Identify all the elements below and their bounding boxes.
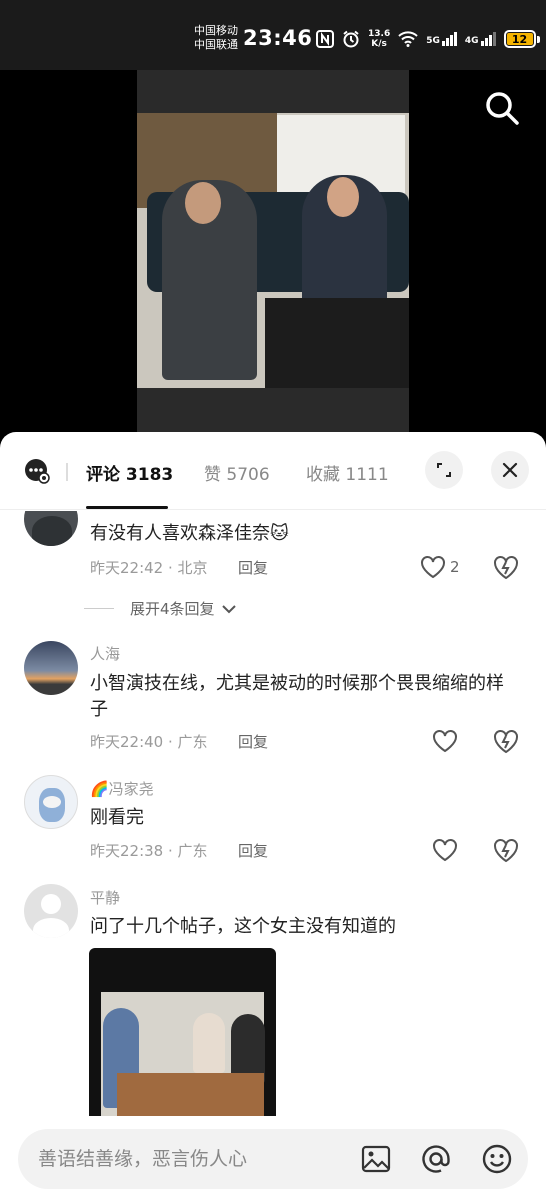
- nfc-icon: [316, 30, 334, 48]
- wifi-icon: [398, 31, 418, 47]
- reply-button[interactable]: 回复: [238, 840, 268, 861]
- expand-button[interactable]: [425, 451, 463, 489]
- signal-4g-label: 4G: [464, 36, 479, 46]
- status-bar: 中国移动 中国联通 23:46 13.6 K/s 5G 4G 12: [0, 0, 546, 70]
- chevron-down-icon: [221, 604, 236, 613]
- search-icon[interactable]: [484, 90, 520, 126]
- expand-icon: [437, 463, 451, 477]
- comment-username[interactable]: 🌈冯家尧: [90, 778, 154, 799]
- video-frame[interactable]: [137, 70, 409, 432]
- heart-icon: [433, 839, 457, 862]
- active-tab-indicator: [86, 506, 168, 509]
- tab-comments[interactable]: 评论 3183: [86, 460, 173, 485]
- comment-text: 有没有人喜欢森泽佳奈🐱: [90, 523, 289, 544]
- like-button[interactable]: [432, 727, 462, 755]
- avatar[interactable]: [24, 884, 78, 938]
- comment-time-location: 昨天22:38 · 广东: [90, 842, 208, 860]
- reply-button[interactable]: 回复: [238, 557, 268, 578]
- network-speed: 13.6 K/s: [368, 29, 390, 49]
- battery-icon: 12: [503, 30, 540, 48]
- dislike-icon[interactable]: [492, 727, 520, 755]
- comment-text: 刚看完: [90, 807, 144, 828]
- expand-replies-button[interactable]: 展开4条回复: [84, 598, 237, 619]
- tab-divider: [66, 463, 68, 481]
- comment-input-bar: [18, 1129, 528, 1189]
- comment-username[interactable]: 人海: [90, 643, 120, 664]
- comment-list[interactable]: 有没有人喜欢森泽佳奈🐱 昨天22:42 · 北京 回复 2 展开4条回复 人海 …: [0, 511, 546, 1116]
- expand-replies-label: 展开4条回复: [130, 600, 215, 618]
- image-icon[interactable]: [359, 1142, 393, 1176]
- comment-tabs: 评论 3183 赞 5706 收藏 1111: [0, 432, 546, 510]
- tab-favorites[interactable]: 收藏 1111: [306, 460, 389, 485]
- heart-icon: [433, 730, 457, 753]
- avatar[interactable]: [24, 775, 78, 829]
- close-icon: [502, 462, 518, 478]
- avatar[interactable]: [24, 511, 78, 546]
- like-count: 2: [450, 558, 460, 576]
- network-speed-value: 13.6: [368, 29, 391, 39]
- heart-icon: [421, 556, 445, 579]
- like-button[interactable]: 2: [420, 553, 470, 581]
- like-button[interactable]: [432, 836, 462, 864]
- signal-4g-icon: 4G: [465, 32, 496, 46]
- status-time: 23:46: [243, 26, 313, 50]
- comment-text: 问了十几个帖子，这个女主没有知道的: [90, 916, 396, 937]
- comment-time-location: 昨天22:40 · 广东: [90, 733, 208, 751]
- carrier-1: 中国移动: [194, 24, 238, 37]
- comment-input[interactable]: [18, 1129, 348, 1189]
- carrier-info: 中国移动 中国联通: [194, 24, 238, 52]
- close-button[interactable]: [491, 451, 529, 489]
- carrier-2: 中国联通: [194, 38, 238, 51]
- network-speed-unit: K/s: [371, 39, 387, 49]
- comment-time-location: 昨天22:42 · 北京: [90, 559, 208, 577]
- emoji-icon[interactable]: [480, 1142, 514, 1176]
- alarm-icon: [343, 30, 359, 48]
- battery-level: 12: [511, 32, 528, 46]
- avatar[interactable]: [24, 641, 78, 695]
- tab-likes[interactable]: 赞 5706: [204, 460, 270, 485]
- dislike-icon[interactable]: [492, 553, 520, 581]
- chat-settings-icon[interactable]: [24, 458, 50, 484]
- comment-sheet: 评论 3183 赞 5706 收藏 1111 有没有人喜欢森泽佳奈🐱 昨天22:…: [0, 432, 546, 1200]
- status-icons: 13.6 K/s 5G 4G 12: [316, 28, 540, 50]
- video-area[interactable]: [0, 70, 546, 440]
- at-icon[interactable]: [419, 1142, 453, 1176]
- comment-image[interactable]: [89, 948, 276, 1116]
- reply-button[interactable]: 回复: [238, 731, 268, 752]
- signal-5g-icon: 5G: [426, 32, 457, 46]
- signal-5g-label: 5G: [426, 36, 440, 46]
- comment-text: 小智演技在线，尤其是被动的时候那个畏畏缩缩的样子: [90, 673, 504, 720]
- dislike-icon[interactable]: [492, 836, 520, 864]
- comment-username[interactable]: 平静: [90, 887, 120, 908]
